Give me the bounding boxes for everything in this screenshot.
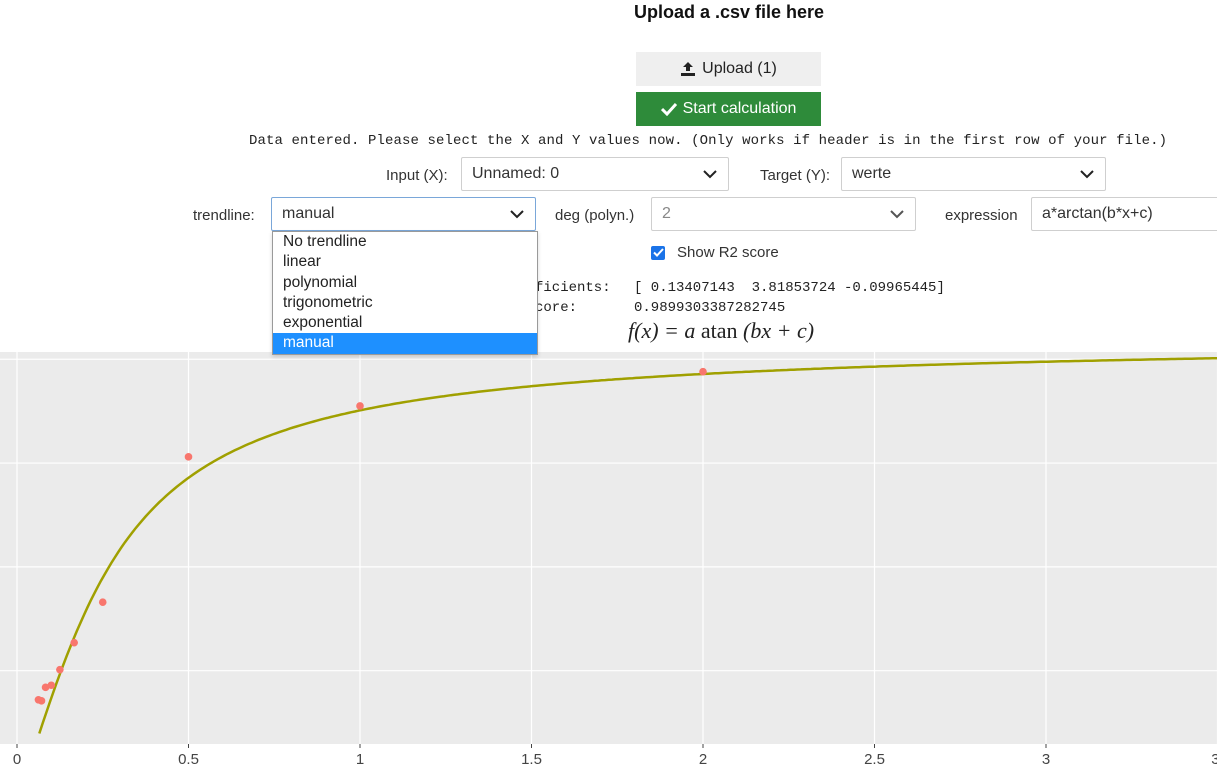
- trendline-option-linear[interactable]: linear: [273, 252, 537, 272]
- expression-input[interactable]: a*arctan(b*x+c): [1031, 197, 1217, 231]
- check-icon: [660, 102, 677, 116]
- trendline-option-exponential[interactable]: exponential: [273, 313, 537, 333]
- calc-label: Start calculation: [682, 100, 797, 117]
- x-tick-label: 1.5: [521, 751, 542, 768]
- x-tick-label: 3.: [1211, 751, 1217, 768]
- show-r2-label: Show R2 score: [677, 244, 779, 261]
- data-point: [699, 367, 707, 376]
- trendline-option-no-trendline[interactable]: No trendline: [273, 232, 537, 252]
- upload-icon: [680, 61, 696, 77]
- fit-formula: f(x) = a atan (bx + c): [628, 318, 814, 344]
- trendline-select[interactable]: manual: [271, 197, 536, 231]
- x-tick-label: 0.5: [178, 751, 199, 768]
- input-x-value: Unnamed: 0: [472, 165, 560, 182]
- expression-label: expression: [945, 207, 1018, 224]
- data-point: [70, 638, 78, 647]
- target-y-select[interactable]: werte: [841, 157, 1106, 191]
- upload-button[interactable]: Upload (1): [636, 52, 821, 86]
- scatter-plot: 0 0.5 1 1.5 2 2.5 3 3.: [0, 352, 1217, 768]
- chevron-down-icon: [1079, 166, 1095, 182]
- chevron-down-icon: [702, 166, 718, 182]
- data-point: [37, 697, 46, 705]
- coefficients-value: [ 0.13407143 3.81853724 -0.09965445]: [634, 280, 945, 296]
- x-tick-label: 2: [699, 751, 707, 768]
- target-y-label: Target (Y):: [760, 167, 831, 184]
- data-point: [184, 453, 193, 461]
- trendline-value: manual: [282, 205, 335, 222]
- x-tick-label: 1: [356, 751, 364, 768]
- data-point: [56, 665, 64, 674]
- data-point: [47, 681, 56, 690]
- input-x-select[interactable]: Unnamed: 0: [461, 157, 729, 191]
- chevron-down-icon: [889, 206, 905, 222]
- trendline-option-manual[interactable]: manual: [273, 333, 537, 354]
- deg-label: deg (polyn.): [555, 207, 635, 224]
- trendline-label: trendline:: [193, 207, 255, 224]
- formula-prefix: f(x) = a: [628, 318, 701, 343]
- plot-panel: [0, 352, 1217, 744]
- input-x-label: Input (X):: [386, 167, 448, 184]
- start-calculation-button[interactable]: Start calculation: [636, 92, 821, 126]
- deg-select[interactable]: 2: [651, 197, 916, 231]
- r2-score-value: 0.9899303387282745: [634, 300, 786, 316]
- chevron-down-icon: [509, 206, 525, 222]
- checkbox-checked-icon[interactable]: [651, 245, 665, 260]
- x-tick-label: 2.5: [864, 751, 885, 768]
- coefficients-label: ficients:: [535, 280, 611, 296]
- r2-score-label: core:: [535, 300, 578, 316]
- data-point: [98, 598, 107, 606]
- page-title: Upload a .csv file here: [633, 2, 825, 22]
- trendline-option-trigonometric[interactable]: trigonometric: [273, 293, 537, 313]
- deg-value: 2: [662, 205, 671, 222]
- trendline-option-polynomial[interactable]: polynomial: [273, 273, 537, 293]
- data-point: [356, 402, 364, 410]
- upload-label: Upload (1): [702, 60, 777, 77]
- trendline-dropdown[interactable]: No trendline linear polynomial trigonometri…: [272, 231, 538, 355]
- expression-value: a*arctan(b*x+c): [1042, 205, 1153, 222]
- target-y-value: werte: [852, 165, 892, 182]
- formula-function: atan: [700, 318, 738, 343]
- x-tick-label: 0: [13, 751, 21, 768]
- x-tick-label: 3: [1042, 751, 1050, 768]
- status-message: Data entered. Please select the X and Y …: [249, 133, 1168, 149]
- show-r2-toggle[interactable]: Show R2 score: [651, 244, 779, 261]
- formula-suffix: (bx + c): [737, 318, 815, 343]
